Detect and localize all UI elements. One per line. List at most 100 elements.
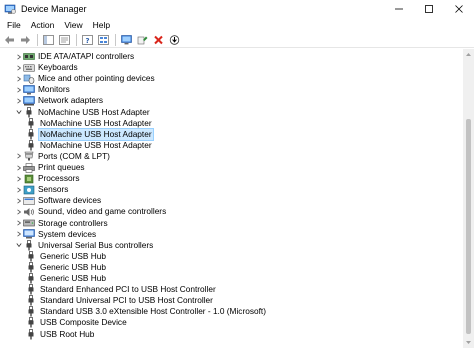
chevron-right-icon bbox=[17, 98, 22, 104]
usb-plug-icon bbox=[25, 117, 37, 129]
usb-plug-icon bbox=[25, 306, 37, 317]
tree-category-row[interactable]: System devices bbox=[15, 229, 97, 240]
tree-category-row[interactable]: Sound, video and game controllers bbox=[15, 206, 167, 217]
tree-category-row[interactable]: IDE ATA/ATAPI controllers bbox=[15, 51, 135, 62]
processor-icon bbox=[23, 173, 35, 184]
uninstall-device-button[interactable] bbox=[151, 33, 166, 47]
tree-device-row[interactable]: NoMachine USB Host Adapter bbox=[25, 127, 154, 141]
expand-toggle[interactable] bbox=[15, 95, 23, 106]
menu-file[interactable]: File bbox=[2, 20, 26, 30]
back-arrow-icon bbox=[5, 35, 14, 44]
window-title: Device Manager bbox=[21, 4, 87, 14]
software-device-icon bbox=[23, 195, 35, 206]
chevron-right-icon bbox=[17, 198, 22, 204]
monitor-icon bbox=[23, 84, 35, 95]
collapse-toggle[interactable] bbox=[15, 240, 23, 251]
minimize-button[interactable] bbox=[384, 0, 414, 18]
tree-item-label: NoMachine USB Host Adapter bbox=[40, 117, 152, 128]
tree-item-label: Sensors bbox=[38, 184, 69, 195]
tree-category-row[interactable]: NoMachine USB Host Adapter bbox=[15, 107, 151, 118]
tree-device-row[interactable]: Standard Universal PCI to USB Host Contr… bbox=[25, 295, 214, 306]
usb-plug-icon bbox=[25, 262, 37, 273]
tree-item-label: NoMachine USB Host Adapter bbox=[40, 139, 152, 150]
tree-category-row[interactable]: Print queues bbox=[15, 162, 86, 173]
tree-device-row[interactable]: Generic USB Hub bbox=[25, 251, 107, 262]
tree-item-label: Generic USB Hub bbox=[40, 250, 106, 261]
tree-category-row[interactable]: Storage controllers bbox=[15, 218, 109, 229]
tree-device-row[interactable]: USB Root Hub bbox=[25, 329, 95, 340]
show-hide-console-tree-button[interactable] bbox=[41, 33, 56, 47]
update-driver-button[interactable] bbox=[135, 33, 150, 47]
tree-device-row[interactable]: USB Composite Device bbox=[25, 317, 128, 328]
properties-button[interactable] bbox=[57, 33, 72, 47]
tree-category-row[interactable]: Ports (COM & LPT) bbox=[15, 151, 111, 162]
tree-category-row[interactable]: Processors bbox=[15, 173, 81, 184]
expand-toggle[interactable] bbox=[15, 229, 23, 240]
back-button[interactable] bbox=[2, 33, 17, 47]
tree-category-row[interactable]: Keyboards bbox=[15, 62, 79, 73]
ide-controller-icon bbox=[23, 51, 35, 62]
tree-device-row[interactable]: NoMachine USB Host Adapter bbox=[25, 140, 153, 151]
toolbar-separator bbox=[76, 33, 77, 46]
tree-category-row[interactable]: Monitors bbox=[15, 84, 71, 95]
tree-device-row[interactable]: Standard USB 3.0 eXtensible Host Control… bbox=[25, 306, 267, 317]
minimize-icon bbox=[395, 8, 403, 10]
forward-button[interactable] bbox=[18, 33, 33, 47]
network-adapter-icon bbox=[23, 95, 35, 106]
tree-device-row[interactable]: Generic USB Hub bbox=[25, 273, 107, 284]
tree-item-label: Monitors bbox=[38, 84, 70, 95]
chevron-right-icon bbox=[17, 220, 22, 226]
expand-toggle[interactable] bbox=[15, 62, 23, 73]
show-hide-console-tree-icon bbox=[43, 34, 54, 45]
scroll-down-arrow-icon bbox=[466, 341, 471, 344]
keyboard-icon bbox=[23, 62, 35, 73]
menu-help[interactable]: Help bbox=[88, 20, 115, 30]
tree-category-row[interactable]: Software devices bbox=[15, 195, 102, 206]
usb-plug-icon bbox=[25, 128, 37, 140]
scrollbar-thumb[interactable] bbox=[466, 119, 471, 334]
expand-toggle[interactable] bbox=[15, 195, 23, 206]
chevron-right-icon bbox=[17, 187, 22, 193]
storage-controller-icon bbox=[23, 218, 35, 229]
expand-toggle[interactable] bbox=[15, 73, 23, 84]
tree-device-row[interactable]: NoMachine USB Host Adapter bbox=[25, 118, 153, 129]
scan-hardware-changes-button[interactable] bbox=[167, 33, 182, 47]
expand-toggle[interactable] bbox=[15, 84, 23, 95]
help-button[interactable]: ? bbox=[80, 33, 95, 47]
collapse-toggle[interactable] bbox=[15, 107, 23, 118]
tree-item-label: Keyboards bbox=[38, 62, 78, 73]
maximize-button[interactable] bbox=[414, 0, 444, 18]
chevron-right-icon bbox=[17, 231, 22, 237]
expand-toggle[interactable] bbox=[15, 184, 23, 195]
tree-item-label: Ports (COM & LPT) bbox=[38, 150, 110, 161]
update-driver-icon bbox=[137, 36, 148, 44]
show-hidden-devices-button[interactable] bbox=[96, 33, 111, 47]
title-bar: Device Manager bbox=[0, 0, 474, 18]
monitor-button[interactable] bbox=[119, 33, 134, 47]
chevron-right-icon bbox=[17, 53, 22, 60]
tree-item-label: Network adapters bbox=[38, 95, 104, 106]
toolbar-separator bbox=[37, 33, 38, 46]
expand-toggle[interactable] bbox=[15, 151, 23, 162]
tree-item-label: USB Composite Device bbox=[40, 317, 127, 328]
menu-action[interactable]: Action bbox=[26, 20, 60, 30]
tree-category-row[interactable]: Sensors bbox=[15, 184, 69, 195]
expand-toggle[interactable] bbox=[15, 218, 23, 229]
menu-view[interactable]: View bbox=[59, 20, 87, 30]
tree-category-row[interactable]: Network adapters bbox=[15, 95, 104, 106]
tree-category-row[interactable]: Universal Serial Bus controllers bbox=[15, 240, 154, 251]
expand-toggle[interactable] bbox=[15, 162, 23, 173]
vertical-scrollbar[interactable] bbox=[463, 49, 474, 348]
expand-toggle[interactable] bbox=[15, 206, 23, 217]
tree-item-label: Generic USB Hub bbox=[40, 273, 106, 283]
tree-item-label: Universal Serial Bus controllers bbox=[38, 239, 154, 250]
tree-device-row[interactable]: Generic USB Hub bbox=[25, 262, 107, 273]
expand-toggle[interactable] bbox=[15, 51, 23, 62]
expand-toggle[interactable] bbox=[15, 173, 23, 184]
close-button[interactable] bbox=[444, 0, 474, 18]
tree-category-row[interactable]: Mice and other pointing devices bbox=[15, 73, 156, 84]
usb-plug-icon bbox=[25, 139, 37, 151]
tree-device-row[interactable]: Standard Enhanced PCI to USB Host Contro… bbox=[25, 284, 217, 295]
tree-item-label: System devices bbox=[38, 228, 97, 239]
device-tree[interactable]: IDE ATA/ATAPI controllers Keyboards Mice a… bbox=[0, 49, 463, 348]
